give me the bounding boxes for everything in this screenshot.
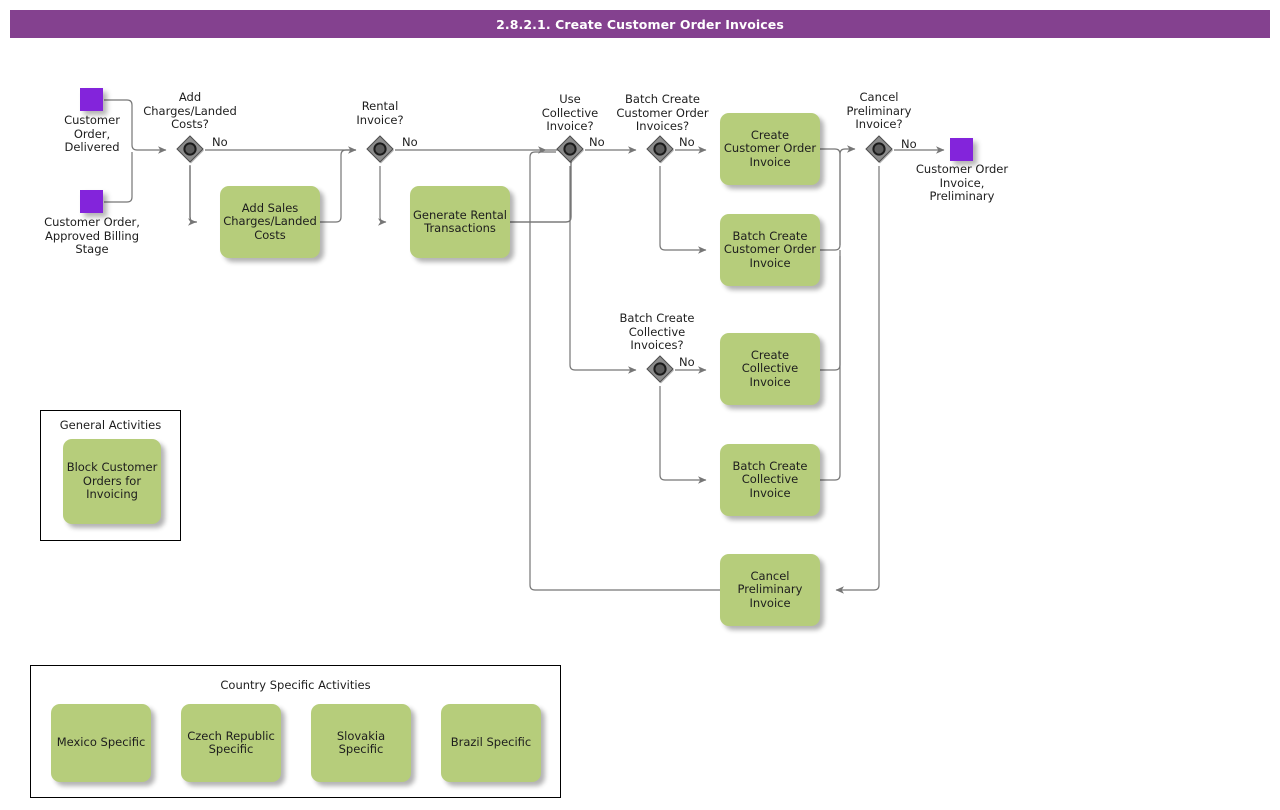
gateway-use-collective-invoice[interactable]: [555, 135, 585, 165]
start-event-customer-order-delivered[interactable]: [80, 88, 103, 111]
task-cancel-preliminary-invoice-label: Cancel Preliminary Invoice: [737, 568, 803, 610]
task-mexico-specific[interactable]: Mexico Specific: [51, 704, 151, 782]
task-batch-create-collective-invoice-label: Batch Create Collective Invoice: [732, 458, 808, 500]
task-block-customer-orders-for-invoicing[interactable]: Block Customer Orders for Invoicing: [63, 439, 161, 524]
gateway-batch-create-customer-order-invoices-no-label: No: [679, 135, 695, 149]
task-batch-create-customer-order-invoice-label: Batch Create Customer Order Invoice: [723, 228, 817, 270]
task-add-sales-charges-landed-costs-label: Add Sales Charges/Landed Costs: [223, 200, 317, 242]
task-create-customer-order-invoice[interactable]: Create Customer Order Invoice: [720, 113, 820, 185]
gateway-batch-create-customer-order-invoices-label: Batch Create Customer Order Invoices?: [616, 92, 709, 133]
task-batch-create-customer-order-invoice[interactable]: Batch Create Customer Order Invoice: [720, 214, 820, 286]
page-title: 2.8.2.1. Create Customer Order Invoices: [496, 16, 784, 32]
gateway-batch-create-collective-invoices-label: Batch Create Collective Invoices?: [619, 311, 695, 352]
gateway-rental-invoice-label: Rental Invoice?: [356, 99, 404, 127]
gateway-batch-create-customer-order-invoices[interactable]: [645, 135, 675, 165]
gateway-use-collective-invoice-no-label: No: [589, 135, 605, 149]
gateway-add-charges-landed-costs-label: Add Charges/Landed Costs?: [143, 90, 237, 131]
gateway-add-charges-landed-costs-no-label: No: [212, 135, 228, 149]
task-slovakia-specific-label: Slovakia Specific: [336, 728, 386, 756]
task-czech-republic-specific-label: Czech Republic Specific: [187, 728, 275, 756]
gateway-cancel-preliminary-invoice-label: Cancel Preliminary Invoice?: [846, 90, 912, 131]
task-mexico-specific-label: Mexico Specific: [56, 735, 146, 750]
group-general-activities: General Activities Block Customer Orders…: [40, 410, 181, 541]
gateway-add-charges-landed-costs[interactable]: [175, 135, 205, 165]
task-generate-rental-transactions[interactable]: Generate Rental Transactions: [410, 186, 510, 258]
start-event-customer-order-approved-billing-stage[interactable]: [80, 190, 103, 213]
gateway-batch-create-collective-invoices[interactable]: [645, 355, 675, 385]
end-event-customer-order-invoice-preliminary-label: Customer Order Invoice, Preliminary: [915, 162, 1009, 203]
task-create-collective-invoice-label: Create Collective Invoice: [741, 347, 799, 389]
task-create-collective-invoice[interactable]: Create Collective Invoice: [720, 333, 820, 405]
gateway-rental-invoice[interactable]: [365, 135, 395, 165]
task-cancel-preliminary-invoice[interactable]: Cancel Preliminary Invoice: [720, 554, 820, 626]
start-event-customer-order-approved-billing-stage-label: Customer Order, Approved Billing Stage: [44, 215, 140, 256]
end-event-customer-order-invoice-preliminary[interactable]: [950, 138, 973, 161]
task-generate-rental-transactions-label: Generate Rental Transactions: [413, 207, 507, 235]
task-brazil-specific[interactable]: Brazil Specific: [441, 704, 541, 782]
task-add-sales-charges-landed-costs[interactable]: Add Sales Charges/Landed Costs: [220, 186, 320, 258]
group-country-specific-activities: Country Specific Activities Mexico Speci…: [30, 665, 561, 798]
task-batch-create-collective-invoice[interactable]: Batch Create Collective Invoice: [720, 444, 820, 516]
gateway-cancel-preliminary-invoice[interactable]: [864, 135, 894, 165]
page-title-bar: 2.8.2.1. Create Customer Order Invoices: [10, 10, 1270, 38]
task-slovakia-specific[interactable]: Slovakia Specific: [311, 704, 411, 782]
gateway-cancel-preliminary-invoice-no-label: No: [901, 137, 917, 151]
task-block-customer-orders-for-invoicing-label: Block Customer Orders for Invoicing: [66, 460, 158, 502]
task-brazil-specific-label: Brazil Specific: [450, 735, 532, 750]
group-general-activities-title: General Activities: [59, 418, 162, 432]
task-czech-republic-specific[interactable]: Czech Republic Specific: [181, 704, 281, 782]
gateway-rental-invoice-no-label: No: [402, 135, 418, 149]
task-create-customer-order-invoice-label: Create Customer Order Invoice: [723, 127, 817, 169]
diagram-canvas: 2.8.2.1. Create Customer Order Invoices: [0, 0, 1280, 810]
gateway-batch-create-collective-invoices-no-label: No: [679, 355, 695, 369]
group-country-specific-activities-title: Country Specific Activities: [220, 678, 371, 692]
